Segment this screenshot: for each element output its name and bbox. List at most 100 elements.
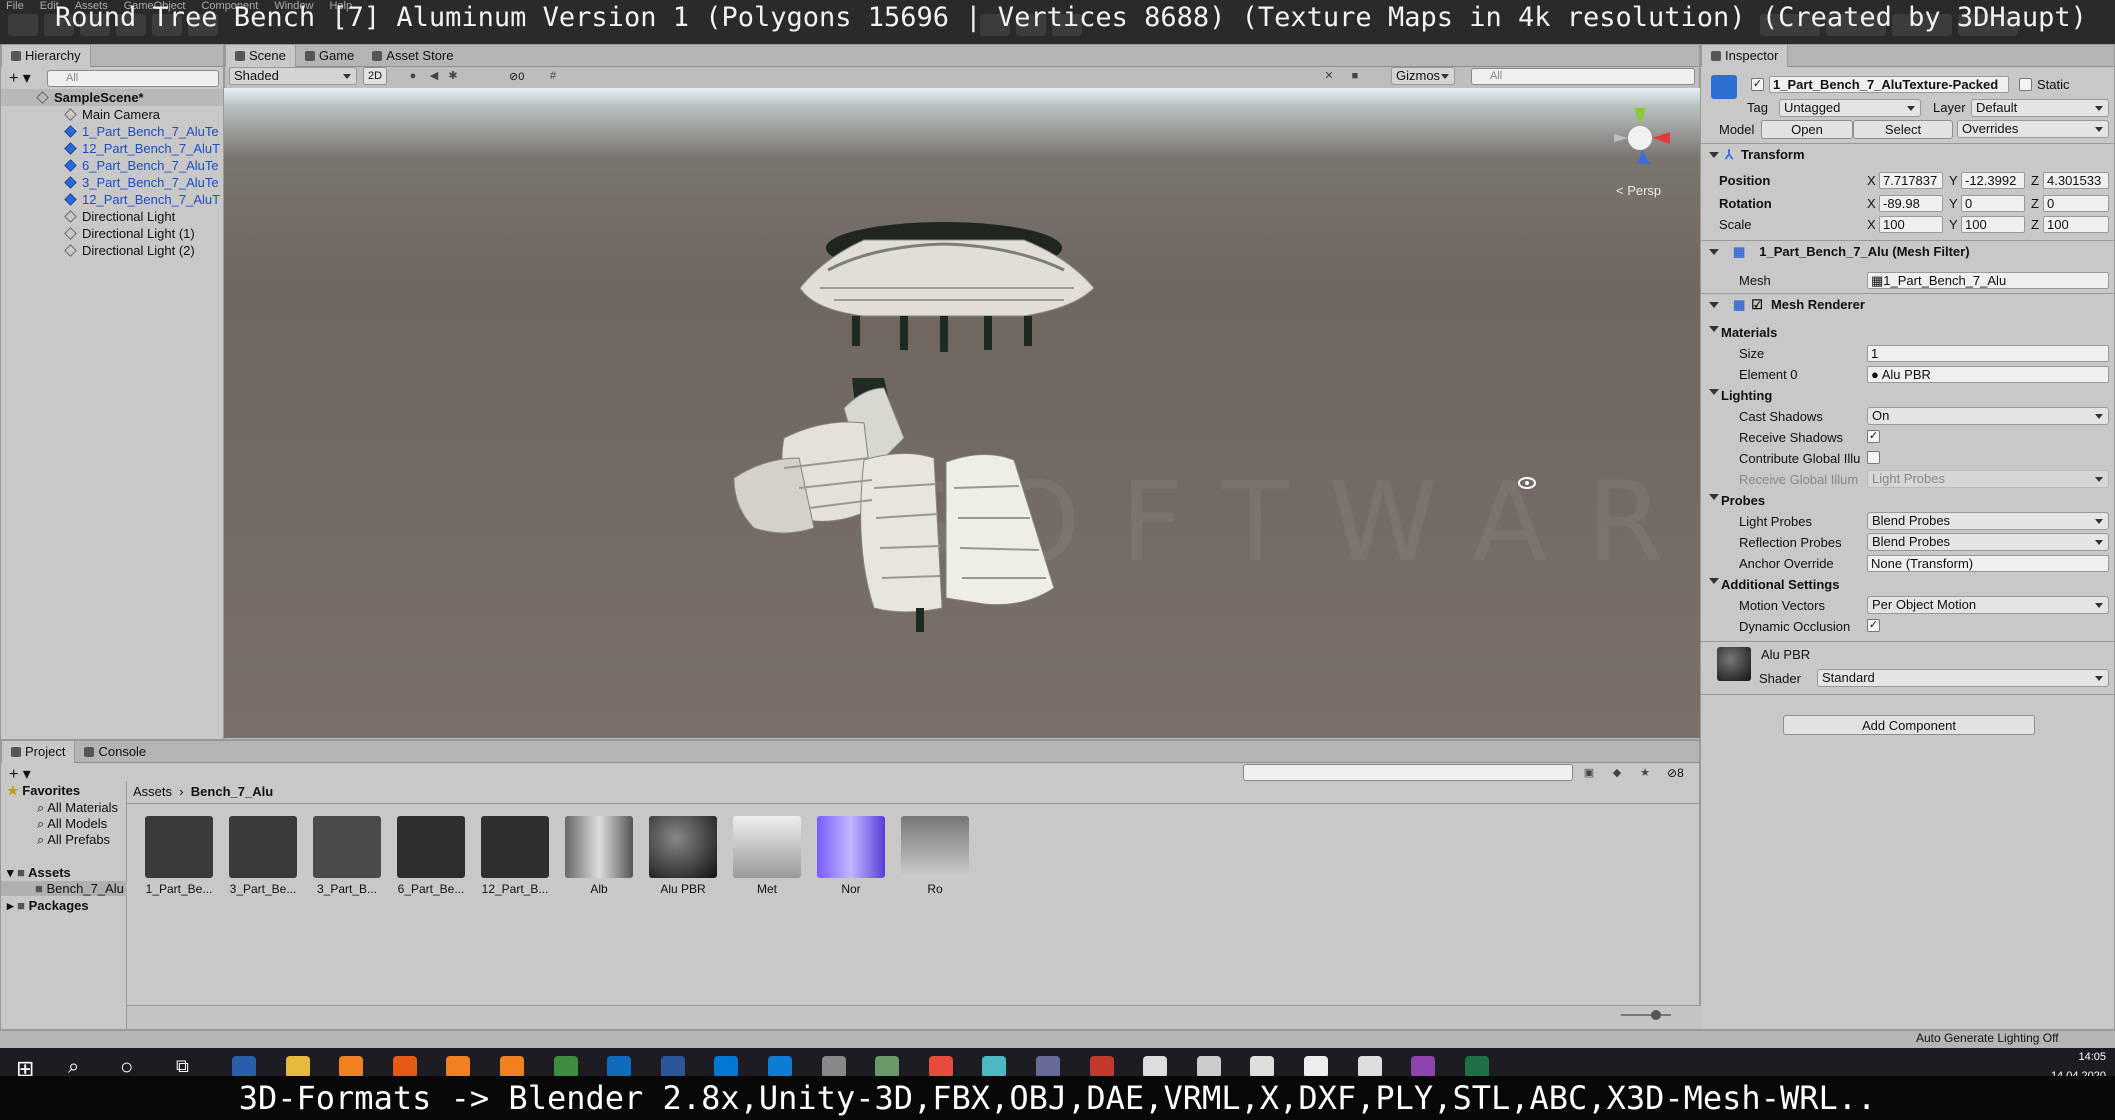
asset-item[interactable]: 6_Part_Be... [396,816,466,896]
zoom-slider-handle[interactable] [1651,1010,1661,1020]
notepad-icon[interactable] [607,1056,632,1078]
hidden-assets-counter[interactable]: ⊘8 [1667,766,1684,780]
receive-shadows-checkbox[interactable]: ✓ [1867,430,1880,443]
bench-folder[interactable]: ■ Bench_7_Alu [1,881,127,896]
menu-file[interactable]: File [6,0,24,12]
hierarchy-item[interactable]: 3_Part_Bench_7_AluTe [1,174,223,191]
overrides-dropdown[interactable]: Overrides [1957,120,2109,138]
lighting-foldout[interactable]: Lighting [1705,388,1772,403]
scale-y-field[interactable]: 100 [1961,216,2025,233]
camera-icon[interactable]: ■ [1349,70,1361,82]
hierarchy-item[interactable]: 12_Part_Bench_7_AluT [1,140,223,157]
rotation-z-field[interactable]: 0 [2043,195,2109,212]
asset-item[interactable]: Nor [816,816,886,896]
contribute-gi-checkbox[interactable] [1867,451,1880,464]
rotation-y-field[interactable]: 0 [1961,195,2025,212]
paint-icon[interactable] [1304,1056,1328,1078]
asset-item[interactable]: 3_Part_Be... [228,816,298,896]
outlook-icon[interactable] [660,1056,685,1078]
asset-item[interactable]: Met [732,816,802,896]
dynamic-occlusion-checkbox[interactable]: ✓ [1867,619,1880,632]
additional-settings-foldout[interactable]: Additional Settings [1705,577,1839,592]
asset-item[interactable]: Ro [900,816,970,896]
blender-icon[interactable] [446,1056,471,1078]
mesh-filter-header[interactable]: ▦ 1_Part_Bench_7_Alu (Mesh Filter) [1701,240,2114,262]
favorite-all-models[interactable]: ⌕ All Models [37,816,107,832]
favorites-folder[interactable]: ★ Favorites [7,783,80,799]
vlc-icon[interactable] [339,1056,364,1078]
cast-shadows-dropdown[interactable]: On [1867,407,2109,425]
scale-x-field[interactable]: 100 [1879,216,1943,233]
tab-console[interactable]: Console [75,741,155,763]
star-icon[interactable]: ★ [1639,767,1651,779]
hierarchy-search-input[interactable]: All [47,70,219,87]
unity-icon[interactable] [1196,1056,1221,1078]
filter-type-icon[interactable]: ▣ [1583,767,1595,779]
object-name-field[interactable]: 1_Part_Bench_7_AluTexture-Packed [1769,76,2009,93]
materials-foldout[interactable]: Materials [1705,325,1777,340]
persp-label[interactable]: < Persp [1616,183,1661,198]
open-button[interactable]: Open [1761,120,1853,139]
probes-foldout[interactable]: Probes [1705,493,1765,508]
firefox-icon[interactable] [392,1056,417,1078]
calculator-icon[interactable] [1357,1056,1382,1078]
project-search-input[interactable] [1243,764,1573,781]
size-field[interactable]: 1 [1867,345,2109,362]
add-icon[interactable]: + ▾ [9,68,31,88]
element0-field[interactable]: ● Alu PBR [1867,366,2109,383]
photos-icon[interactable] [982,1056,1007,1078]
shader-dropdown[interactable]: Standard [1817,669,2109,687]
active-checkbox[interactable]: ✓ [1751,78,1764,91]
transform-header[interactable]: ⅄ Transform [1701,143,2114,165]
3d-viewer-icon[interactable] [875,1056,900,1078]
position-z-field[interactable]: 4.301533 [2043,172,2109,189]
unity-hub-icon[interactable] [1143,1056,1168,1078]
maps-icon[interactable] [1411,1056,1436,1078]
scene-viewport[interactable]: SOFTWARE [224,88,1700,738]
hierarchy-item[interactable]: Directional Light (2) [1,242,223,259]
skype-icon[interactable] [768,1056,792,1078]
layer-dropdown[interactable]: Default [1971,99,2109,117]
hidden-objects-counter[interactable]: ⊘0 [509,70,524,83]
app-icon[interactable] [1036,1056,1060,1078]
tab-scene[interactable]: Scene [225,44,296,67]
add-component-button[interactable]: Add Component [1783,715,2035,735]
unity-editor-icon[interactable] [1250,1056,1275,1078]
scale-z-field[interactable]: 100 [2043,216,2109,233]
lightbulb-icon[interactable]: ● [407,70,419,82]
tab-project[interactable]: Project [1,740,76,763]
scene-row[interactable]: SampleScene* [1,89,223,106]
grid-snap-icon[interactable]: # [547,70,559,82]
tag-dropdown[interactable]: Untagged [1779,99,1921,117]
blender-icon[interactable] [500,1056,524,1078]
hierarchy-item[interactable]: 6_Part_Bench_7_AluTe [1,157,223,174]
effects-icon[interactable]: ✱ [447,70,459,82]
packages-folder[interactable]: ▸ ■ Packages [7,898,89,914]
favorite-all-materials[interactable]: ⌕ All Materials [37,800,127,816]
tab-hierarchy[interactable]: Hierarchy [1,44,91,67]
reflection-probes-dropdown[interactable]: Blend Probes [1867,533,2109,551]
edge-icon[interactable] [821,1056,846,1078]
breadcrumb-bench[interactable]: Bench_7_Alu [191,784,273,799]
file-explorer-icon[interactable] [285,1056,310,1078]
save-icon[interactable] [232,1056,256,1078]
mesh-field[interactable]: ▦1_Part_Bench_7_Alu [1867,272,2109,289]
favorite-all-prefabs[interactable]: ⌕ All Prefabs [37,832,110,848]
breadcrumb-assets[interactable]: Assets [133,784,172,799]
asset-item[interactable]: Alb [564,816,634,896]
asset-item[interactable]: 12_Part_B... [480,816,550,896]
zoom-slider[interactable] [1621,1014,1671,1016]
tab-asset-store[interactable]: Asset Store [363,45,462,67]
word-icon[interactable] [714,1056,739,1078]
anchor-override-field[interactable]: None (Transform) [1867,555,2109,572]
brave-icon[interactable] [928,1056,953,1078]
rotation-x-field[interactable]: -89.98 [1879,195,1943,212]
access-icon[interactable] [1089,1056,1114,1078]
gizmos-dropdown[interactable]: Gizmos [1391,67,1455,85]
asset-item[interactable]: Alu PBR [648,816,718,896]
label-icon[interactable]: ◆ [1611,767,1623,779]
tab-inspector[interactable]: Inspector [1701,44,1789,67]
hierarchy-item[interactable]: 1_Part_Bench_7_AluTe [1,123,223,140]
light-probes-dropdown[interactable]: Blend Probes [1867,512,2109,530]
blender-icon[interactable] [553,1056,578,1078]
